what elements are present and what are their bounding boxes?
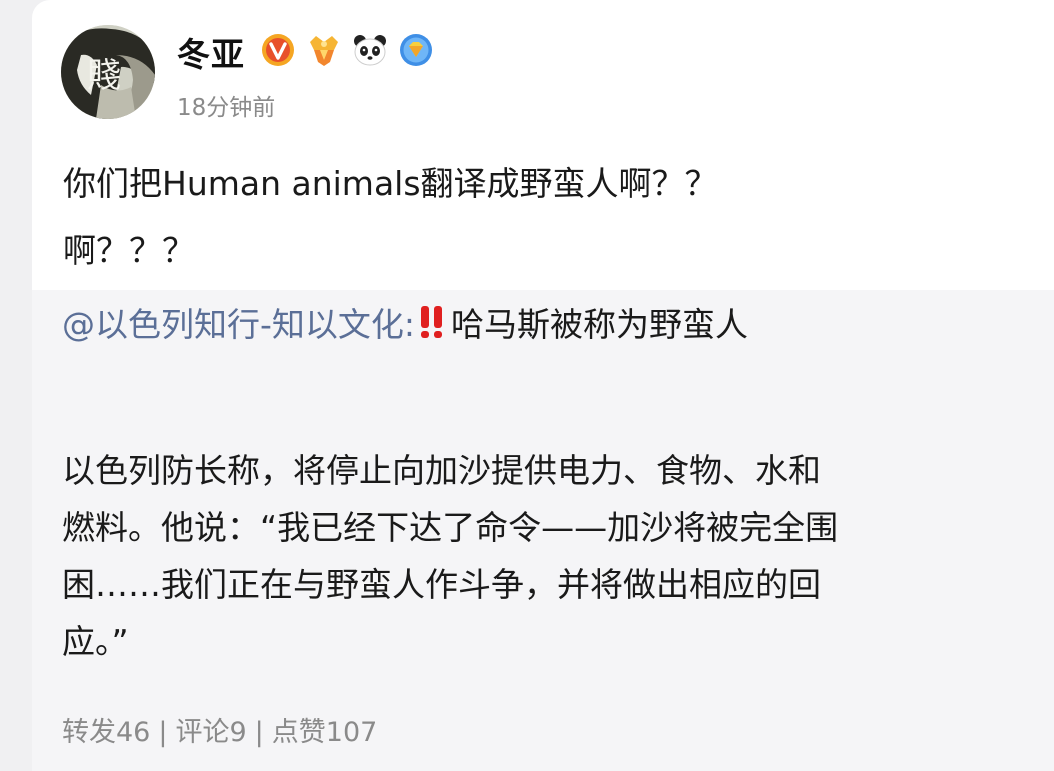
repost-headline-line: @以色列知行-知以文化: 哈马斯被称为野蛮人 <box>62 304 748 350</box>
avatar-image: 賤 <box>61 25 155 119</box>
repost-body-line: 应。” <box>62 622 129 661</box>
double-exclamation-icon <box>417 304 447 350</box>
author-name[interactable]: 冬亚 <box>177 28 245 76</box>
repost-body: 以色列防长称，将停止向加沙提供电力、食物、水和 燃料。他说：“我已经下达了命令—… <box>62 442 838 670</box>
post-text: 你们把Human animals翻译成野蛮人啊？？ 啊？？？ <box>63 150 1014 284</box>
repost-stats: 转发46 | 评论9 | 点赞107 <box>62 710 377 749</box>
post-header: 賤 冬亚 18分钟前 <box>32 0 1054 130</box>
mention-colon: : <box>403 305 416 344</box>
verified-v-icon[interactable] <box>260 32 296 68</box>
badge-row <box>260 31 444 69</box>
stats-separator: | <box>254 717 264 748</box>
post-text-line: 你们把Human animals翻译成野蛮人啊？？ <box>63 164 718 203</box>
repost-body-line: 以色列防长称，将停止向加沙提供电力、食物、水和 <box>62 451 821 490</box>
svg-text:賤: 賤 <box>87 56 121 96</box>
repost-body-line: 困……我们正在与野蛮人作斗争，并将做出相应的回 <box>62 565 821 604</box>
repost-author-mention[interactable]: @以色列知行-知以文化 <box>62 305 404 344</box>
repost-body-line: 燃料。他说：“我已经下达了命令——加沙将被完全围 <box>62 508 839 547</box>
repost-headline: 哈马斯被称为野蛮人 <box>451 305 749 344</box>
vip-diamond-icon[interactable] <box>398 32 434 68</box>
repost-block[interactable]: @以色列知行-知以文化: 哈马斯被称为野蛮人 以色列防长称，将停止向加沙提供电力、… <box>32 290 1054 771</box>
post-text-line: 啊？？？ <box>63 231 195 270</box>
comment-count[interactable]: 评论9 <box>175 717 246 748</box>
like-count[interactable]: 点赞107 <box>272 717 378 748</box>
stats-separator: | <box>158 717 168 748</box>
post-card: 賤 冬亚 18分钟前 你们把Human animals翻译成野蛮人啊？？ 啊？？… <box>32 0 1054 771</box>
gold-rank-icon[interactable] <box>306 32 342 68</box>
avatar[interactable]: 賤 <box>61 25 155 119</box>
post-time: 18分钟前 <box>177 95 276 121</box>
panda-icon[interactable] <box>352 32 388 68</box>
repost-count[interactable]: 转发46 <box>62 717 150 748</box>
